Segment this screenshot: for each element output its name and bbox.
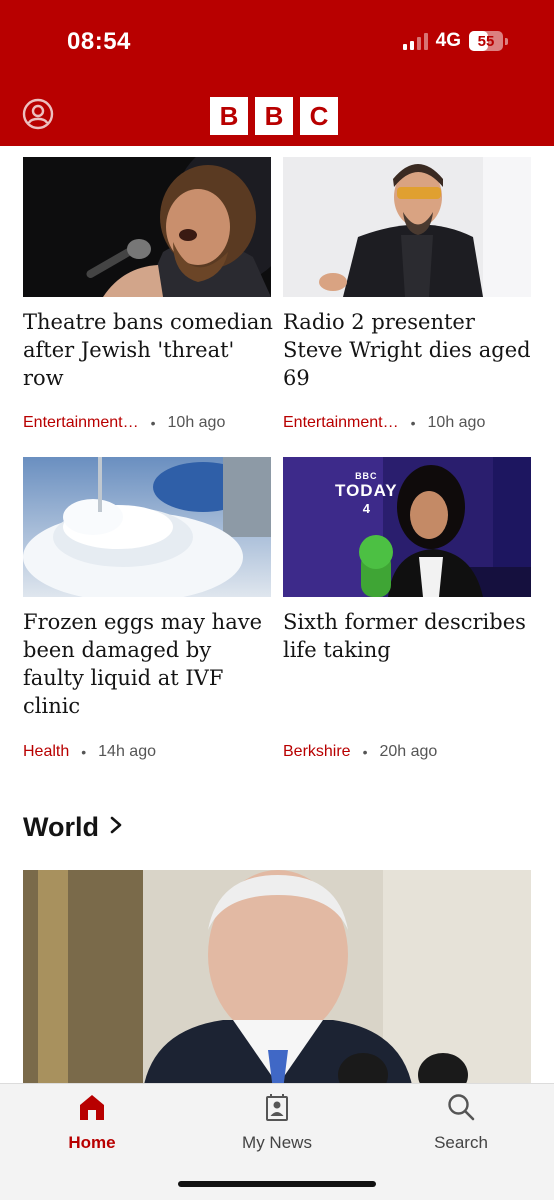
story-time: 10h ago	[167, 414, 226, 431]
separator-dot: •	[81, 744, 87, 760]
separator-dot: •	[410, 415, 416, 431]
tab-my-news[interactable]: My News	[217, 1092, 337, 1153]
story-image[interactable]	[23, 157, 271, 297]
story-image[interactable]: BBC TODAY 4	[283, 457, 531, 597]
battery-icon: 55	[469, 31, 503, 51]
story-category[interactable]: Entertainment…	[283, 414, 399, 432]
network-label: 4G	[435, 30, 461, 51]
story-headline[interactable]: Theatre bans comedian after Jewish 'thre…	[23, 308, 273, 392]
today-badge: BBC	[355, 471, 378, 481]
story-time: 14h ago	[98, 743, 156, 760]
section-title: World	[23, 812, 99, 842]
story-meta: Health • 14h ago	[23, 743, 156, 761]
logo-letter: C	[300, 97, 338, 135]
search-icon	[446, 1092, 476, 1127]
lead-story-image[interactable]	[23, 870, 531, 1090]
logo-letter: B	[210, 97, 248, 135]
tab-label: My News	[242, 1133, 312, 1152]
story-image[interactable]	[283, 157, 531, 297]
story-category[interactable]: Health	[23, 743, 69, 761]
story-headline[interactable]: Frozen eggs may have been damaged by fau…	[23, 608, 273, 720]
battery-level: 55	[477, 32, 495, 50]
bbc-news-app: 08:54 4G 55 B B C Theatre bans comedian …	[0, 0, 554, 1200]
story-time: 20h ago	[379, 743, 438, 760]
tab-label: Search	[434, 1133, 488, 1152]
today-logo: BBC TODAY 4	[335, 471, 398, 516]
tab-label: Home	[68, 1133, 116, 1152]
app-header: 08:54 4G 55 B B C	[0, 0, 554, 146]
my-news-icon	[262, 1092, 292, 1127]
story-meta: Berkshire • 20h ago	[283, 743, 437, 761]
today-digit: 4	[362, 501, 370, 516]
story-headline[interactable]: Sixth former describes life taking	[283, 608, 533, 664]
home-indicator[interactable]	[178, 1181, 376, 1187]
story-headline[interactable]: Radio 2 presenter Steve Wright dies aged…	[283, 308, 533, 392]
logo-letter: B	[255, 97, 293, 135]
section-header-world[interactable]: World	[23, 812, 123, 843]
home-icon	[77, 1092, 107, 1127]
today-word: TODAY	[335, 481, 398, 500]
separator-dot: •	[362, 744, 368, 760]
status-time: 08:54	[67, 28, 131, 55]
chevron-right-icon	[109, 815, 123, 840]
bbc-logo[interactable]: B B C	[210, 97, 338, 135]
separator-dot: •	[150, 415, 156, 431]
tab-search[interactable]: Search	[401, 1092, 521, 1153]
story-meta: Entertainment… • 10h ago	[23, 414, 225, 432]
story-meta: Entertainment… • 10h ago	[283, 414, 485, 432]
story-category[interactable]: Berkshire	[283, 743, 351, 761]
tab-home[interactable]: Home	[32, 1092, 152, 1153]
story-time: 10h ago	[427, 414, 486, 431]
story-image[interactable]	[23, 457, 271, 597]
profile-icon[interactable]	[22, 98, 54, 130]
status-indicators: 4G 55	[402, 30, 508, 52]
signal-icon	[402, 32, 428, 50]
story-category[interactable]: Entertainment…	[23, 414, 139, 432]
